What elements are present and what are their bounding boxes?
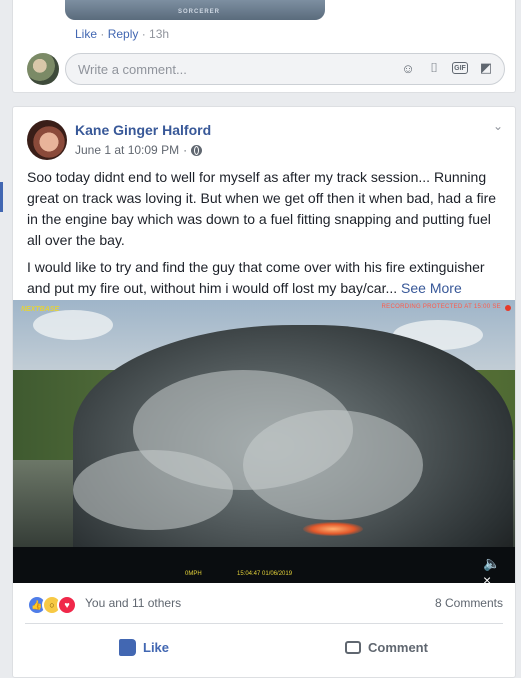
mute-icon[interactable]: 🔈× <box>483 555 501 583</box>
chevron-down-icon[interactable]: ⌄ <box>493 119 503 133</box>
comment-like-link[interactable]: Like <box>75 27 97 41</box>
comment-button[interactable]: Comment <box>345 633 428 661</box>
comment-actions: Like · Reply · 13h <box>75 27 169 41</box>
reactions-summary[interactable]: You and 11 others <box>85 596 181 610</box>
cloud <box>33 310 113 340</box>
previous-post-card: SORCERER Like · Reply · 13h Write a comm… <box>12 0 516 93</box>
post-card: Kane Ginger Halford June 1 at 10:09 PM ·… <box>12 106 516 678</box>
record-dot-icon <box>505 305 511 311</box>
comment-input-icons: ☺ ⌷ GIF ◩ <box>400 60 494 76</box>
post-date[interactable]: June 1 at 10:09 PM <box>75 143 179 157</box>
like-label: Like <box>143 639 170 655</box>
post-paragraph-truncated: I would like to try and find the guy tha… <box>27 257 505 299</box>
separator: · <box>97 27 108 41</box>
post-author[interactable]: Kane Ginger Halford <box>75 122 211 138</box>
comment-reply-link[interactable]: Reply <box>108 27 139 41</box>
post-meta: June 1 at 10:09 PM · <box>75 143 203 157</box>
speech-bubble-icon <box>345 640 361 654</box>
smoke <box>73 450 233 530</box>
love-reaction-icon: ♥ <box>57 595 77 615</box>
see-more-link[interactable]: See More <box>401 280 462 296</box>
fire-glow <box>303 522 363 536</box>
post-video[interactable]: NEXTBASE RECORDING PROTECTED AT 15:00 SE… <box>13 300 515 583</box>
comments-count[interactable]: 8 Comments <box>435 596 503 610</box>
camera-logo: NEXTBASE <box>21 306 60 313</box>
left-active-indicator <box>0 182 3 212</box>
comment-placeholder: Write a comment... <box>78 62 187 77</box>
like-button[interactable]: Like <box>119 633 169 661</box>
comment-time[interactable]: 13h <box>149 27 169 41</box>
image-caption: SORCERER <box>178 9 221 15</box>
separator: · <box>183 143 188 157</box>
video-timestamp: 15:04:47 01/06/2019 <box>237 571 293 577</box>
speed-readout: 0MPH <box>185 571 202 577</box>
dashboard <box>13 547 515 583</box>
comment-input[interactable]: Write a comment... ☺ ⌷ GIF ◩ <box>65 53 505 85</box>
gif-icon[interactable]: GIF <box>452 62 468 74</box>
camera-icon[interactable]: ⌷ <box>426 60 442 76</box>
divider <box>25 623 503 624</box>
smoke <box>243 410 423 520</box>
recording-label: RECORDING PROTECTED AT 15:00 SE <box>381 304 501 310</box>
post-paragraph: Soo today didnt end to well for myself a… <box>27 169 497 248</box>
author-avatar[interactable] <box>27 120 67 160</box>
user-avatar[interactable] <box>27 53 59 85</box>
thumbs-up-icon <box>119 638 136 656</box>
post-text: Soo today didnt end to well for myself a… <box>27 167 505 305</box>
reaction-icons[interactable]: 👍 ○ ♥ <box>27 595 77 615</box>
sticker-icon[interactable]: ◩ <box>478 60 494 76</box>
comment-composer: Write a comment... ☺ ⌷ GIF ◩ <box>27 53 507 87</box>
previous-post-image[interactable]: SORCERER <box>65 0 325 20</box>
comment-label: Comment <box>368 639 428 655</box>
globe-icon[interactable] <box>191 144 203 156</box>
separator: · <box>138 27 150 41</box>
emoji-icon[interactable]: ☺ <box>400 60 416 76</box>
